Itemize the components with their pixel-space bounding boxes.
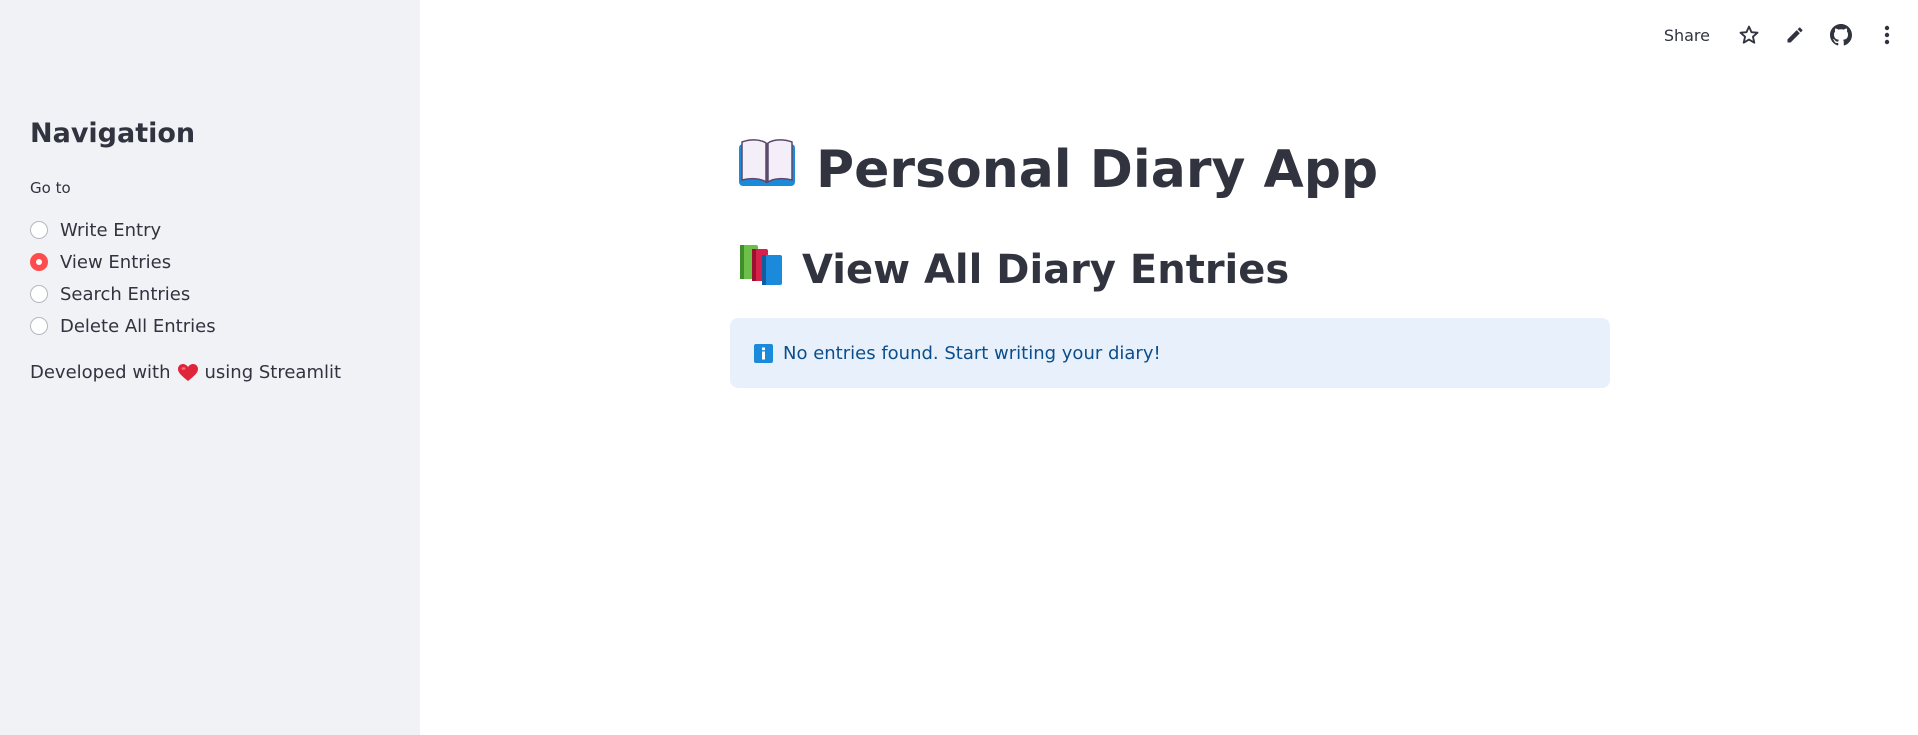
radio-option-view-entries[interactable]: View Entries	[30, 246, 216, 278]
github-icon[interactable]	[1830, 24, 1852, 46]
top-toolbar: Share	[1664, 24, 1898, 46]
radio-option-search-entries[interactable]: Search Entries	[30, 278, 216, 310]
books-icon	[738, 243, 786, 297]
radio-button[interactable]	[30, 317, 48, 335]
open-book-icon	[738, 138, 796, 201]
info-icon	[754, 343, 773, 363]
radio-option-delete-all-entries[interactable]: Delete All Entries	[30, 310, 216, 342]
radio-label: View Entries	[60, 251, 172, 273]
radio-option-write-entry[interactable]: Write Entry	[30, 214, 216, 246]
more-vertical-icon[interactable]	[1876, 24, 1898, 46]
radio-label: Write Entry	[60, 219, 162, 241]
page-title-text: Personal Diary App	[816, 139, 1379, 200]
footer-prefix: Developed with	[30, 362, 171, 383]
star-icon[interactable]	[1738, 24, 1760, 46]
developed-with-note: Developed with using Streamlit	[30, 362, 341, 383]
goto-label: Go to	[30, 179, 71, 197]
pencil-icon[interactable]	[1784, 24, 1806, 46]
page-title: Personal Diary App	[738, 138, 1378, 201]
sidebar-title: Navigation	[30, 118, 196, 149]
section-heading-text: View All Diary Entries	[802, 247, 1290, 293]
footer-suffix: using Streamlit	[204, 362, 342, 383]
info-message: No entries found. Start writing your dia…	[783, 342, 1161, 364]
radio-label: Search Entries	[60, 283, 191, 305]
sidebar: Navigation Go to Write Entry View Entrie…	[0, 0, 420, 735]
radio-button-selected[interactable]	[30, 253, 48, 271]
share-button[interactable]: Share	[1664, 26, 1710, 45]
heart-icon	[177, 363, 198, 382]
radio-button[interactable]	[30, 221, 48, 239]
app-root: Navigation Go to Write Entry View Entrie…	[0, 0, 1918, 735]
section-heading: View All Diary Entries	[738, 243, 1289, 297]
navigation-radio-group: Write Entry View Entries Search Entries …	[30, 214, 216, 342]
radio-button[interactable]	[30, 285, 48, 303]
radio-label: Delete All Entries	[60, 315, 216, 337]
info-alert: No entries found. Start writing your dia…	[730, 318, 1610, 388]
